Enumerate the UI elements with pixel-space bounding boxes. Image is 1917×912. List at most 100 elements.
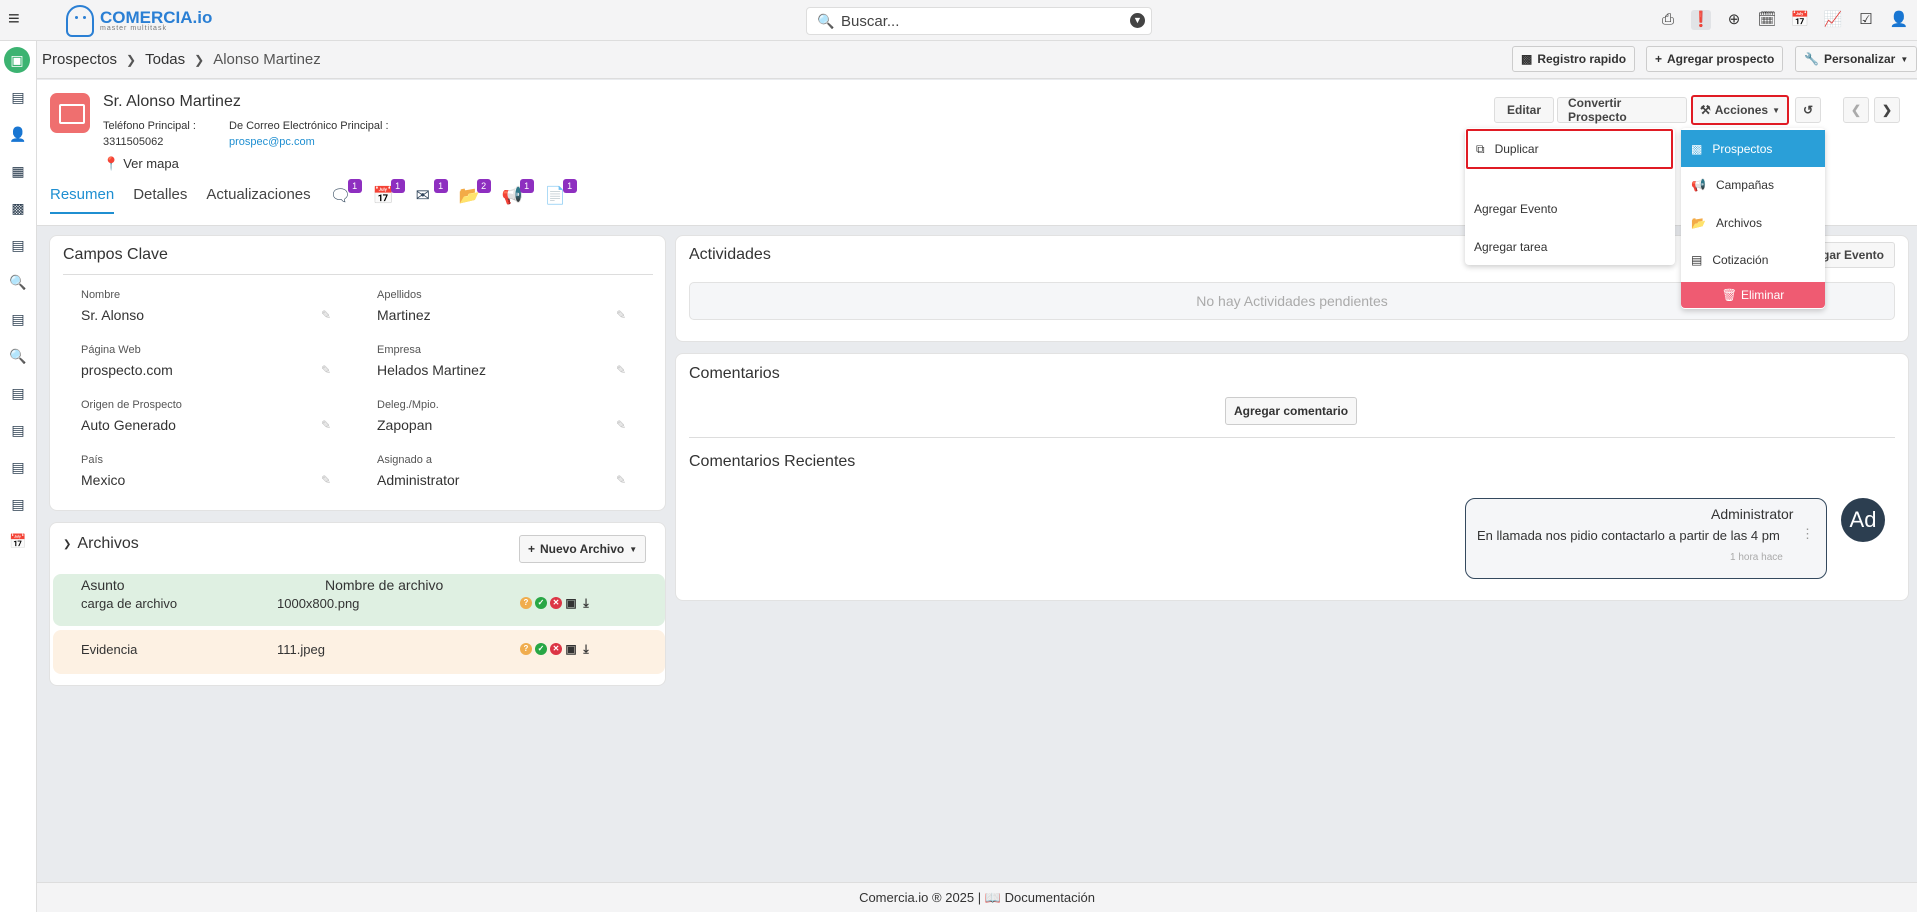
plus-circle-icon[interactable]: ⊕ [1724, 10, 1744, 30]
quote-doc-icon[interactable]: 📄 1 [545, 179, 577, 208]
calendar-icon[interactable]: 📅 1 [373, 179, 405, 208]
kebab-menu-icon[interactable]: ⋮ [1801, 527, 1814, 540]
file-actions: ? ✓ ✕ ▣ ⤓ [520, 597, 592, 609]
quote-menu-item[interactable]: ▤ Cotización [1691, 253, 1768, 267]
help-icon[interactable]: ? [520, 597, 532, 609]
calendar-icon[interactable]: 📅 [1790, 10, 1810, 30]
doc-icon[interactable]: ▤ [9, 384, 27, 402]
user-icon[interactable]: 👤 [1889, 10, 1909, 30]
next-record-icon[interactable]: ❯ [1874, 97, 1900, 123]
folder-icon[interactable]: 📂 2 [459, 179, 491, 208]
checkbox-icon[interactable]: ☑ [1856, 10, 1876, 30]
help-icon[interactable]: ? [520, 643, 532, 655]
book-icon: 📖 [984, 890, 1001, 905]
file-subject: Evidencia [81, 642, 138, 657]
tab-updates[interactable]: Actualizaciones [206, 186, 310, 214]
comment-text: En llamada nos pidio contactarlo a parti… [1477, 528, 1780, 543]
megaphone-icon[interactable]: 📢 1 [502, 179, 534, 208]
logo[interactable]: COMERCIA.io master multitask [66, 4, 212, 38]
avatar: Ad [1841, 498, 1885, 542]
delete-menu-item[interactable]: 🗑 Eliminar [1681, 282, 1825, 308]
contacts-icon[interactable]: 👤 [9, 125, 27, 143]
contact-card-icon[interactable]: ▩ [9, 199, 27, 217]
alert-icon[interactable]: ❗ [1691, 10, 1711, 30]
edit-button[interactable]: Editar [1494, 97, 1554, 123]
breadcrumb-root[interactable]: Prospectos [42, 51, 117, 68]
image-icon[interactable]: ▣ [565, 643, 577, 655]
chevron-down-icon[interactable]: ▼ [1130, 13, 1145, 28]
key-fields-title: Campos Clave [63, 246, 168, 263]
empresa-label: Empresa [377, 344, 422, 356]
chart-icon[interactable]: 📈 [1823, 10, 1843, 30]
list-icon[interactable]: ▤ [9, 310, 27, 328]
add-task-menu-item[interactable]: Agregar tarea [1474, 240, 1547, 254]
file-name[interactable]: 1000x800.png [277, 596, 359, 611]
search-box[interactable]: 🔍 ▼ [806, 7, 1152, 35]
file-name[interactable]: 111.jpeg [277, 642, 325, 657]
customize-button[interactable]: 🔧 Personalizar ▼ [1795, 46, 1917, 72]
badge: 2 [476, 179, 491, 193]
edit-pencil-icon[interactable]: ✎ [616, 473, 626, 487]
zoom-icon[interactable]: 🔍 [9, 347, 27, 365]
convert-prospect-button[interactable]: Convertir Prospecto [1557, 96, 1687, 124]
check-icon[interactable]: ✓ [535, 643, 547, 655]
new-file-button[interactable]: + Nuevo Archivo ▼ [519, 535, 647, 563]
breadcrumb-current: Alonso Martinez [213, 51, 321, 68]
image-icon[interactable]: ▣ [565, 597, 577, 609]
map-link[interactable]: 📍 Ver mapa [103, 156, 179, 172]
check-icon[interactable]: ✓ [535, 597, 547, 609]
prev-record-icon[interactable]: ❮ [1843, 97, 1869, 123]
footer: Comercia.io ® 2025 | 📖 Documentación [37, 882, 1917, 912]
files-menu-item[interactable]: 📂 Archivos [1691, 216, 1762, 230]
calendar-side-icon[interactable]: 📅 [9, 532, 27, 550]
download-icon[interactable]: ⤓ [580, 643, 592, 655]
register-icon[interactable]: ▣ [4, 47, 30, 73]
search-doc-icon[interactable]: 🔍 [9, 273, 27, 291]
tab-details[interactable]: Detalles [133, 186, 187, 214]
actions-button[interactable]: ⚒ Acciones ▼ [1691, 95, 1789, 125]
edit-pencil-icon[interactable]: ✎ [321, 308, 331, 322]
edit-pencil-icon[interactable]: ✎ [321, 363, 331, 377]
chevron-down-icon: ❯ [63, 538, 72, 550]
badge: 1 [390, 179, 405, 193]
calendar-check-icon[interactable]: 🗓 [1757, 10, 1777, 30]
asignado-link[interactable]: Administrator [377, 472, 459, 488]
invoice-icon[interactable]: ▤ [9, 421, 27, 439]
add-event-menu-item[interactable]: Agregar Evento [1474, 202, 1557, 216]
book-icon[interactable]: ▤ [9, 236, 27, 254]
breadcrumb-middle[interactable]: Todas [145, 51, 185, 68]
docs-link[interactable]: Documentación [1005, 890, 1095, 905]
prospects-card-icon[interactable]: ▤ [9, 88, 27, 106]
web-link[interactable]: prospecto.com [81, 362, 173, 378]
comments-icon[interactable]: 🗨 1 [330, 179, 362, 208]
quick-register-button[interactable]: ▩ Registro rapido [1512, 46, 1636, 72]
building-icon[interactable]: ▦ [9, 162, 27, 180]
apellidos-value: Martinez [377, 307, 431, 323]
tab-summary[interactable]: Resumen [50, 186, 115, 214]
file-icon[interactable]: ▤ [9, 495, 27, 513]
share-icon[interactable]: ↺ [1795, 97, 1821, 123]
files-toggle[interactable]: ❯ Archivos [63, 535, 139, 553]
email-link[interactable]: prospec@pc.com [229, 136, 315, 148]
edit-pencil-icon[interactable]: ✎ [321, 418, 331, 432]
close-icon[interactable]: ✕ [550, 597, 562, 609]
edit-pencil-icon[interactable]: ✎ [616, 308, 626, 322]
edit-pencil-icon[interactable]: ✎ [616, 363, 626, 377]
edit-pencil-icon[interactable]: ✎ [616, 418, 626, 432]
wrench-icon: 🔧 [1804, 52, 1819, 66]
prospects-menu-item[interactable]: ▩ Prospectos [1681, 130, 1825, 167]
menu-icon[interactable]: ≡ [8, 9, 26, 29]
mail-icon[interactable]: ✉ 1 [416, 179, 448, 208]
close-icon[interactable]: ✕ [550, 643, 562, 655]
download-icon[interactable]: ⤓ [580, 597, 592, 609]
add-prospect-button[interactable]: + Agregar prospecto [1646, 46, 1784, 72]
fax-icon[interactable]: ⎙ [1658, 10, 1678, 30]
divider [63, 274, 653, 275]
tools-icon: ⚒ [1699, 103, 1711, 117]
duplicate-menu-item[interactable]: ⧉ Duplicar [1466, 129, 1673, 169]
edit-pencil-icon[interactable]: ✎ [321, 473, 331, 487]
add-comment-button[interactable]: Agregar comentario [1225, 397, 1358, 425]
search-input[interactable] [841, 12, 1111, 30]
report-icon[interactable]: ▤ [9, 458, 27, 476]
campaigns-menu-item[interactable]: 📢 Campañas [1691, 178, 1774, 192]
